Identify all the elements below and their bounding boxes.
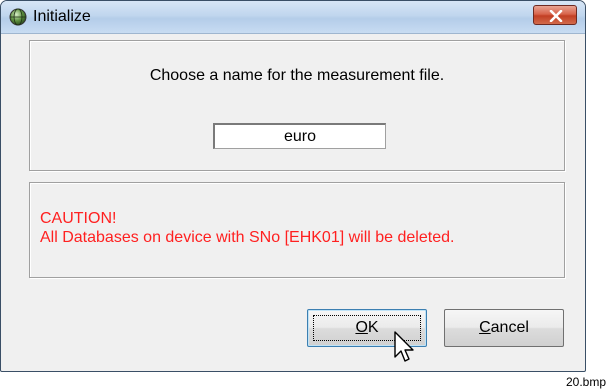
file-name-group: Choose a name for the measurement file.	[29, 40, 565, 171]
initialize-dialog: Initialize Choose a name for the measure…	[0, 0, 586, 372]
caution-heading: CAUTION!	[40, 210, 117, 227]
close-button[interactable]	[533, 5, 577, 25]
app-globe-icon	[9, 8, 27, 26]
caution-group: CAUTION! All Databases on device with SN…	[29, 182, 565, 278]
cancel-mnemonic: C	[479, 319, 491, 336]
window-title: Initialize	[33, 8, 91, 25]
mouse-pointer-icon	[393, 331, 417, 370]
close-x-icon	[549, 10, 563, 22]
caution-message: All Databases on device with SNo [EHK01]…	[40, 229, 455, 246]
file-name-prompt: Choose a name for the measurement file.	[149, 67, 445, 84]
cancel-label-rest: ancel	[490, 319, 529, 336]
image-filename-label: 20.bmp	[565, 375, 606, 389]
title-bar[interactable]: Initialize	[1, 1, 585, 34]
measurement-file-name-input[interactable]	[213, 123, 386, 149]
cancel-button[interactable]: Cancel	[444, 309, 564, 347]
caution-text: CAUTION! All Databases on device with SN…	[40, 209, 454, 247]
